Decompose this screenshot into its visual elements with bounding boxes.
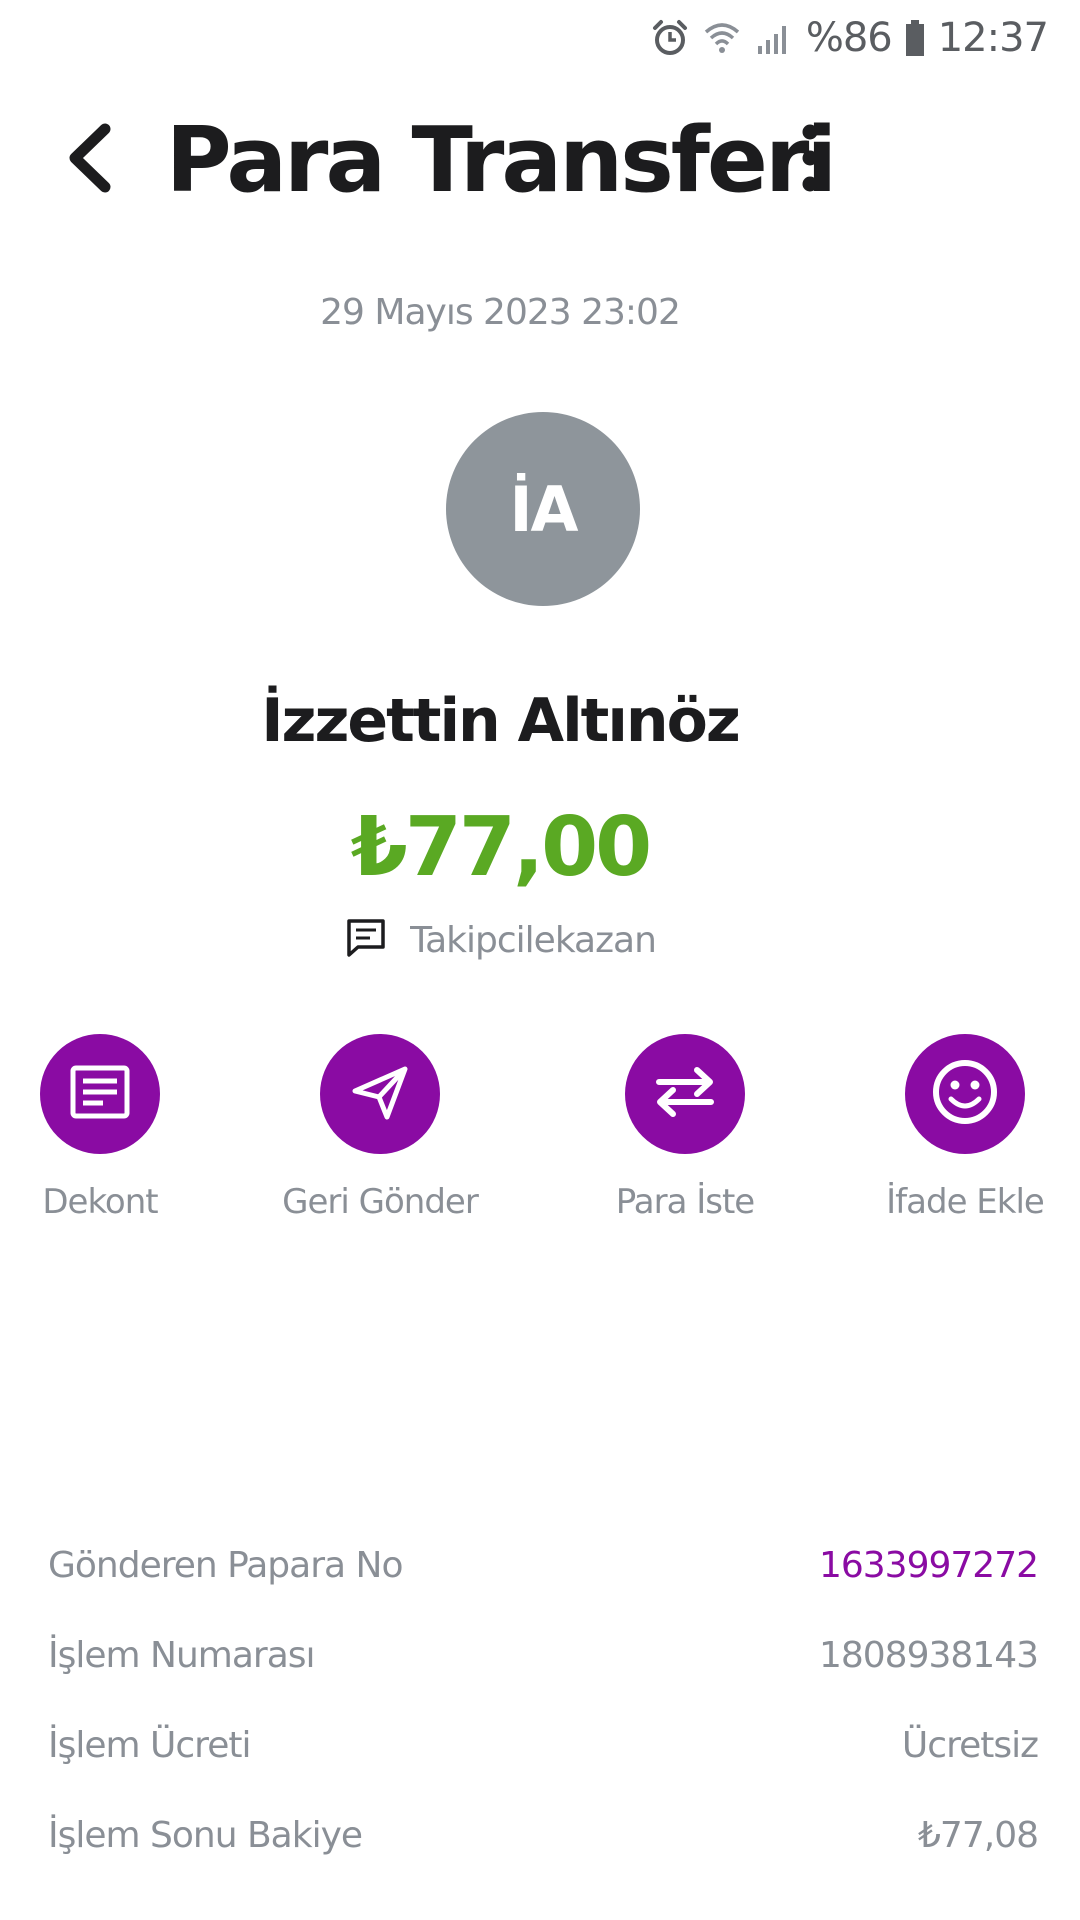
ending-balance: ₺77,08 xyxy=(918,1814,1039,1856)
request-money-button[interactable]: Para İste xyxy=(575,1034,795,1222)
transaction-number: 1808938143 xyxy=(818,1634,1039,1676)
detail-label: İşlem Ücreti xyxy=(48,1724,251,1766)
comment-icon xyxy=(344,916,388,964)
swap-arrows-icon xyxy=(653,1064,717,1124)
send-icon xyxy=(349,1061,411,1127)
transaction-details: Gönderen Papara No 1633997272 İşlem Numa… xyxy=(48,1520,1039,1880)
transaction-date: 29 Mayıs 2023 23:02 xyxy=(320,292,681,333)
add-reaction-label: İfade Ekle xyxy=(886,1182,1045,1222)
send-icon-circle xyxy=(320,1034,440,1154)
detail-label: İşlem Numarası xyxy=(48,1634,316,1676)
note-text: Takipcilekazan xyxy=(410,919,657,961)
back-button[interactable] xyxy=(50,118,130,202)
detail-label: İşlem Sonu Bakiye xyxy=(48,1814,363,1856)
add-reaction-button[interactable]: İfade Ekle xyxy=(855,1034,1075,1222)
back-chevron-icon xyxy=(65,123,115,197)
smiley-icon xyxy=(930,1057,1000,1131)
wifi-icon xyxy=(702,18,742,58)
smiley-icon-circle xyxy=(905,1034,1025,1154)
clock: 12:37 xyxy=(937,15,1049,61)
more-options-button[interactable] xyxy=(780,118,840,202)
header: Para Transferi xyxy=(0,100,1080,220)
receipt-label: Dekont xyxy=(42,1182,158,1222)
swap-icon-circle xyxy=(625,1034,745,1154)
avatar-initials: İA xyxy=(509,472,578,546)
more-vertical-icon xyxy=(800,124,820,196)
action-bar: Dekont Geri Gönder Para İste İfade Ekle xyxy=(0,1034,1080,1234)
transaction-fee: Ücretsiz xyxy=(901,1724,1039,1766)
receipt-icon xyxy=(69,1064,131,1124)
transaction-note: Takipcilekazan xyxy=(0,916,1040,964)
alarm-icon xyxy=(650,18,690,58)
detail-row-transaction-no: İşlem Numarası 1808938143 xyxy=(48,1610,1039,1700)
detail-row-sender-no: Gönderen Papara No 1633997272 xyxy=(48,1520,1039,1610)
signal-icon xyxy=(754,18,794,58)
recipient-name: İzzettin Altınöz xyxy=(261,686,741,756)
status-bar: %86 12:37 xyxy=(0,0,1080,76)
sender-papara-no[interactable]: 1633997272 xyxy=(819,1545,1039,1586)
detail-row-fee: İşlem Ücreti Ücretsiz xyxy=(48,1700,1039,1790)
detail-label: Gönderen Papara No xyxy=(48,1544,403,1586)
detail-row-balance: İşlem Sonu Bakiye ₺77,08 xyxy=(48,1790,1039,1880)
send-again-button[interactable]: Geri Gönder xyxy=(270,1034,490,1222)
receipt-button[interactable]: Dekont xyxy=(0,1034,210,1222)
receipt-icon-circle xyxy=(40,1034,160,1154)
avatar: İA xyxy=(446,412,640,606)
send-again-label: Geri Gönder xyxy=(282,1182,479,1222)
page-title: Para Transferi xyxy=(165,107,837,213)
transfer-detail-screen: %86 12:37 Para Transferi 29 Mayıs 2023 2… xyxy=(0,0,1080,1920)
battery-icon xyxy=(904,18,926,58)
battery-percentage: %86 xyxy=(805,15,893,61)
transfer-amount: ₺77,00 xyxy=(350,800,652,895)
request-money-label: Para İste xyxy=(615,1182,755,1222)
